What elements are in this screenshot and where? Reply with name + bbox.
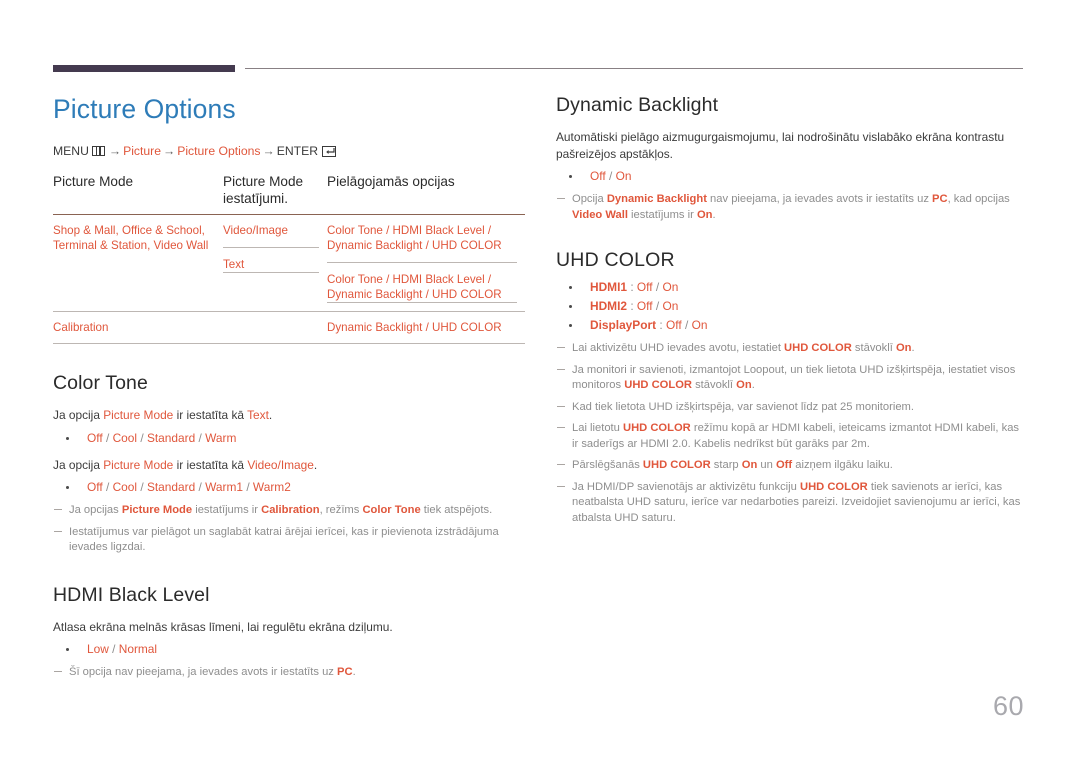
note-item: Lai lietotu UHD COLOR režīmu kopā ar HDM… bbox=[556, 421, 1026, 452]
list-item: Off / Cool / Standard / Warm bbox=[53, 429, 525, 448]
section-dynamic-backlight: Dynamic Backlight Automātiski pielāgo ai… bbox=[556, 92, 1026, 223]
header-rule bbox=[53, 64, 1023, 72]
list-item: HDMI1 : Off / On bbox=[556, 278, 1026, 297]
column-header-adjustable-options: Pielāgojamās opcijas bbox=[327, 174, 455, 189]
note-item: Lai aktivizētu UHD ievades avotu, iestat… bbox=[556, 341, 1026, 357]
right-column: Dynamic Backlight Automātiski pielāgo ai… bbox=[556, 92, 1026, 526]
cell-options-group-1: Color Tone / HDMI Black Level / Dynamic … bbox=[327, 215, 525, 312]
section-title-dynamic-backlight: Dynamic Backlight bbox=[556, 94, 719, 116]
color-tone-line-1: Ja opcija Picture Mode ir iestatīta kā T… bbox=[53, 408, 273, 422]
page-number: 60 bbox=[992, 691, 1024, 721]
inner-row-video-image: Video/Image bbox=[223, 223, 319, 248]
color-tone-line-2: Ja opcija Picture Mode ir iestatīta kā V… bbox=[53, 457, 318, 472]
section-title-hdmi-black-level: HDMI Black Level bbox=[53, 583, 210, 606]
breadcrumb-arrow-3: → bbox=[262, 144, 275, 158]
section-title-color-tone: Color Tone bbox=[53, 372, 148, 394]
hdmi-black-level-bullets: Low / Normal bbox=[53, 640, 525, 659]
breadcrumb-item-picture[interactable]: Picture bbox=[123, 144, 161, 158]
hdmi-black-level-description: Atlasa ekrāna melnās krāsas līmeni, lai … bbox=[53, 619, 393, 634]
cell-setting-video-image: Video/Image bbox=[223, 224, 288, 237]
cell-options-text: Color Tone / HDMI Black Level / Dynamic … bbox=[327, 262, 517, 303]
breadcrumb: MENU → Picture → Picture Options → ENTER bbox=[53, 143, 525, 160]
dynamic-backlight-notes: Opcija Dynamic Backlight nav pieejama, j… bbox=[556, 192, 1026, 223]
cell-options-video-image: Color Tone / HDMI Black Level / Dynamic … bbox=[327, 224, 502, 252]
note-item: Kad tiek lietota UHD izšķirtspēja, var s… bbox=[556, 400, 1026, 416]
dynamic-backlight-description: Automātiski pielāgo aizmugurgaismojumu, … bbox=[556, 130, 1005, 161]
cell-options-calibration: Dynamic Backlight / UHD COLOR bbox=[327, 321, 502, 334]
header-rule-thick bbox=[53, 64, 235, 72]
list-item: Off / Cool / Standard / Warm1 / Warm2 bbox=[53, 478, 525, 497]
document-page: Picture Options MENU → Picture → Picture Opt… bbox=[0, 0, 1080, 763]
cell-settings-group-1: Video/Image Text bbox=[223, 215, 327, 312]
color-tone-bullets-video: Off / Cool / Standard / Warm1 / Warm2 bbox=[53, 478, 525, 497]
inner-settings-table: Video/Image Text bbox=[223, 223, 319, 273]
menu-grid-icon bbox=[91, 146, 105, 156]
cell-picture-mode-calibration: Calibration bbox=[53, 321, 109, 334]
dynamic-backlight-bullets: Off / On bbox=[556, 167, 1026, 186]
column-header-picture-mode: Picture Mode bbox=[53, 174, 134, 189]
cell-settings-calibration bbox=[223, 312, 327, 344]
color-tone-notes: Ja opcijas Picture Mode iestatījums ir C… bbox=[53, 503, 525, 556]
note-item: Iestatījumus var pielāgot un saglabāt ka… bbox=[53, 525, 525, 556]
inner-row-options-video-image: Color Tone / HDMI Black Level / Dynamic … bbox=[327, 223, 517, 263]
column-header-picture-mode-settings: Picture Mode iestatījumi. bbox=[223, 174, 304, 206]
picture-mode-table: Picture Mode Picture Mode iestatījumi. P… bbox=[53, 173, 525, 344]
note-item: Ja opcijas Picture Mode iestatījums ir C… bbox=[53, 503, 525, 519]
table-head: Picture Mode Picture Mode iestatījumi. P… bbox=[53, 173, 525, 215]
list-item: Low / Normal bbox=[53, 640, 525, 659]
inner-options-table: Color Tone / HDMI Black Level / Dynamic … bbox=[327, 223, 517, 303]
table-header-row: Picture Mode Picture Mode iestatījumi. P… bbox=[53, 173, 525, 215]
left-column: Picture Options MENU → Picture → Picture Opt… bbox=[53, 92, 525, 681]
breadcrumb-enter-label: ENTER bbox=[276, 144, 319, 158]
breadcrumb-arrow-2: → bbox=[163, 144, 176, 158]
section-color-tone: Color Tone Ja opcija Picture Mode ir ies… bbox=[53, 370, 525, 556]
hdmi-black-level-notes: Šī opcija nav pieejama, ja ievades avots… bbox=[53, 665, 525, 681]
breadcrumb-menu-label: MENU bbox=[53, 144, 89, 158]
table-body: Shop & Mall, Office & School, Terminal &… bbox=[53, 215, 525, 344]
cell-setting-text: Text bbox=[223, 247, 319, 273]
list-item: DisplayPort : Off / On bbox=[556, 316, 1026, 335]
section-uhd-color: UHD COLOR HDMI1 : Off / On HDMI2 : Off /… bbox=[556, 247, 1026, 526]
breadcrumb-arrow-1: → bbox=[108, 144, 122, 158]
list-item: HDMI2 : Off / On bbox=[556, 297, 1026, 316]
table-row: Calibration Dynamic Backlight / UHD COLO… bbox=[53, 312, 525, 344]
page-title: Picture Options bbox=[53, 94, 236, 124]
table-row: Shop & Mall, Office & School, Terminal &… bbox=[53, 215, 525, 312]
enter-key-icon bbox=[322, 145, 337, 157]
section-hdmi-black-level: HDMI Black Level Atlasa ekrāna melnās kr… bbox=[53, 582, 525, 681]
uhd-color-bullets: HDMI1 : Off / On HDMI2 : Off / On Displa… bbox=[556, 278, 1026, 335]
header-rule-thin bbox=[245, 67, 1023, 69]
note-item: Šī opcija nav pieejama, ja ievades avots… bbox=[53, 665, 525, 681]
note-item: Pārslēgšanās UHD COLOR starp On un Off a… bbox=[556, 458, 1026, 474]
note-item: Opcija Dynamic Backlight nav pieejama, j… bbox=[556, 192, 1026, 223]
section-title-uhd-color: UHD COLOR bbox=[556, 249, 675, 271]
inner-row-text: Text bbox=[223, 247, 319, 273]
note-item: Ja HDMI/DP savienotājs ar aktivizētu fun… bbox=[556, 480, 1026, 527]
color-tone-bullets-text: Off / Cool / Standard / Warm bbox=[53, 429, 525, 448]
inner-row-options-text: Color Tone / HDMI Black Level / Dynamic … bbox=[327, 262, 517, 303]
uhd-color-notes: Lai aktivizētu UHD ievades avotu, iestat… bbox=[556, 341, 1026, 526]
note-item: Ja monitori ir savienoti, izmantojot Loo… bbox=[556, 363, 1026, 394]
cell-picture-mode-group-1: Shop & Mall, Office & School, Terminal &… bbox=[53, 224, 209, 252]
list-item: Off / On bbox=[556, 167, 1026, 186]
breadcrumb-item-picture-options[interactable]: Picture Options bbox=[177, 144, 260, 158]
